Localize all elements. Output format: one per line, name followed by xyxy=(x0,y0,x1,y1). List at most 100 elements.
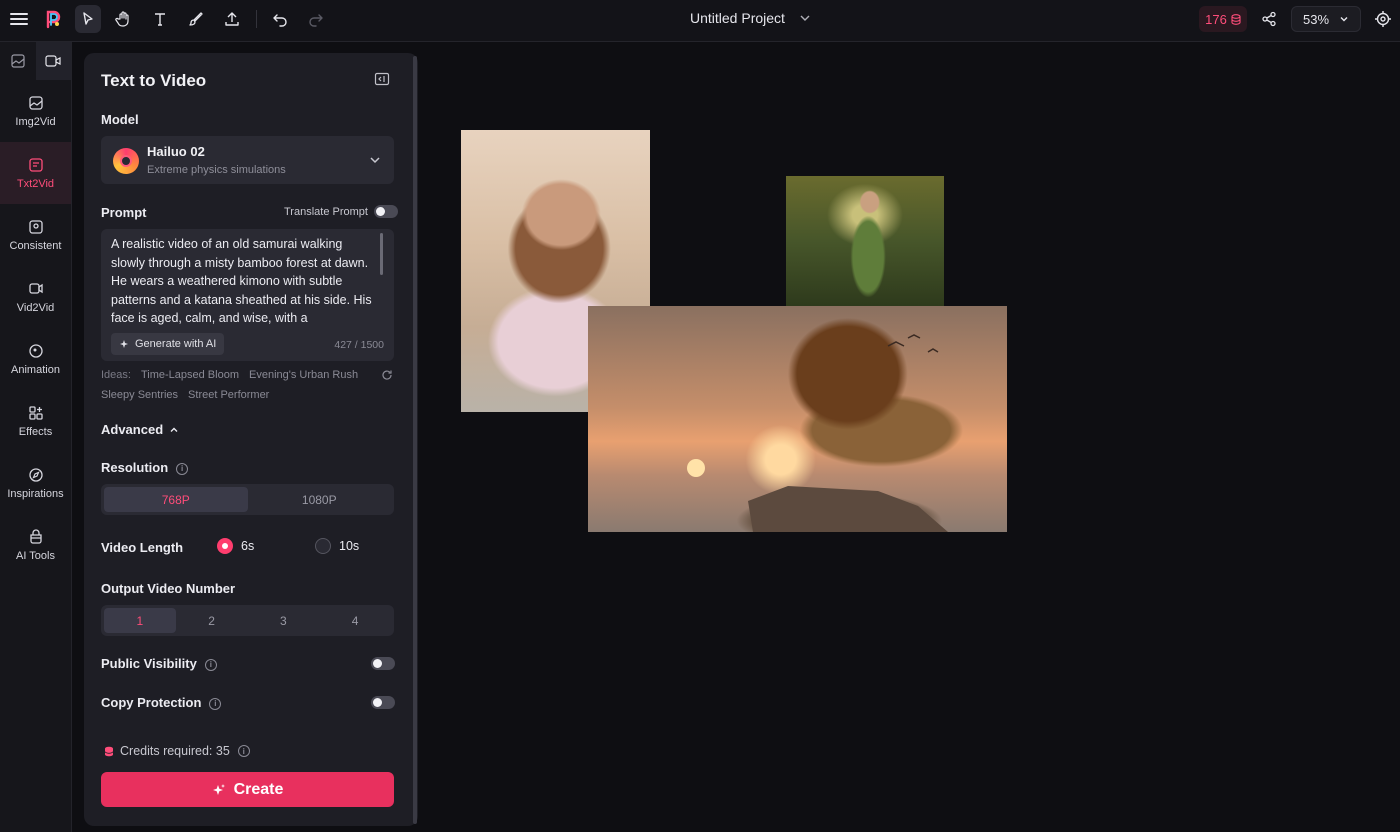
rail-item-label: AI Tools xyxy=(16,549,55,562)
target-icon[interactable] xyxy=(1370,5,1396,33)
ai-tools-icon xyxy=(28,528,44,545)
share-icon[interactable] xyxy=(1256,5,1282,33)
resolution-label: Resolution xyxy=(101,460,169,475)
resolution-option-1080p[interactable]: 1080P xyxy=(248,487,392,512)
upload-icon[interactable] xyxy=(219,5,245,33)
length-option-6s[interactable]: 6s xyxy=(217,538,254,554)
hailuo-logo-icon xyxy=(113,148,139,174)
model-select[interactable]: Hailuo 02 Extreme physics simulations xyxy=(101,136,394,184)
info-icon[interactable]: i xyxy=(176,462,189,475)
app-logo-icon[interactable] xyxy=(40,5,66,33)
output-option-4[interactable]: 4 xyxy=(319,608,391,633)
refresh-ideas-icon[interactable] xyxy=(381,369,393,381)
info-icon[interactable]: i xyxy=(237,745,250,757)
ideas-label: Ideas: xyxy=(101,369,131,381)
public-visibility-toggle[interactable] xyxy=(371,657,395,670)
resolution-selector: 768P 1080P xyxy=(101,484,394,515)
info-icon[interactable]: i xyxy=(204,658,217,671)
prompt-scrollbar[interactable] xyxy=(380,233,383,275)
generate-with-ai-button[interactable]: Generate with AI xyxy=(111,333,225,355)
info-icon[interactable]: i xyxy=(209,697,222,710)
canvas-image-forest-fairy[interactable] xyxy=(786,176,944,306)
resolution-option-768p[interactable]: 768P xyxy=(104,487,248,512)
translate-prompt-label: Translate Prompt xyxy=(284,205,368,218)
rail-item-ai-tools[interactable]: AI Tools xyxy=(0,514,71,576)
create-label: Create xyxy=(233,780,284,798)
prompt-text[interactable]: A realistic video of an old samurai walk… xyxy=(111,235,379,325)
rail-item-label: Img2Vid xyxy=(15,115,56,128)
rail-item-label: Inspirations xyxy=(7,487,64,500)
credits-badge[interactable]: 176 xyxy=(1199,6,1247,32)
advanced-label: Advanced xyxy=(101,422,164,437)
rail-item-label: Txt2Vid xyxy=(16,177,55,190)
rail-item-effects[interactable]: Effects xyxy=(0,390,71,452)
rail-item-consistent[interactable]: Consistent xyxy=(0,204,71,266)
model-label: Model xyxy=(101,112,139,127)
credits-required: Credits required: 35 i xyxy=(104,744,250,758)
image-video-icon xyxy=(28,95,44,111)
canvas-image-lion-sunset[interactable] xyxy=(588,306,1007,532)
zoom-dropdown[interactable]: 53% xyxy=(1291,6,1361,32)
copy-protection-row: Copy Protection i xyxy=(101,695,222,710)
output-option-3[interactable]: 3 xyxy=(248,608,320,633)
video-video-icon xyxy=(28,281,44,297)
project-title: Untitled Project xyxy=(690,10,785,26)
redo-icon[interactable] xyxy=(303,5,329,33)
rail-item-label: Consistent xyxy=(9,239,62,252)
undo-icon[interactable] xyxy=(267,5,293,33)
menu-icon[interactable] xyxy=(6,5,32,33)
collapse-panel-icon[interactable] xyxy=(374,71,390,87)
radio-selected-icon[interactable] xyxy=(217,538,233,554)
chevron-up-icon xyxy=(169,425,179,435)
model-description: Extreme physics simulations xyxy=(147,164,286,176)
rail-item-img2vid[interactable]: Img2Vid xyxy=(0,80,71,142)
translate-prompt-toggle-row: Translate Prompt xyxy=(284,205,398,218)
translate-prompt-toggle[interactable] xyxy=(373,205,398,218)
text-tool-icon[interactable] xyxy=(147,5,173,33)
idea-chip[interactable]: Evening's Urban Rush xyxy=(249,369,358,381)
length-label: 10s xyxy=(339,539,360,553)
length-option-10s[interactable]: 10s xyxy=(315,538,359,554)
output-option-1[interactable]: 1 xyxy=(104,608,176,633)
idea-chip[interactable]: Street Performer xyxy=(188,389,269,401)
copy-protection-label: Copy Protection xyxy=(101,695,202,710)
chevron-down-icon xyxy=(1339,14,1349,24)
prompt-label: Prompt xyxy=(101,205,147,220)
output-option-2[interactable]: 2 xyxy=(176,608,248,633)
rail-item-label: Effects xyxy=(18,425,53,438)
sparkle-icon xyxy=(119,339,130,350)
idea-chip[interactable]: Sleepy Sentries xyxy=(101,389,178,401)
rail-item-txt2vid[interactable]: Txt2Vid xyxy=(0,142,71,204)
video-mode-icon[interactable] xyxy=(35,42,71,80)
panel-scrollbar[interactable] xyxy=(413,56,417,824)
consistent-icon xyxy=(28,219,44,235)
hand-tool-icon[interactable] xyxy=(111,5,137,33)
text-video-icon xyxy=(28,157,44,173)
rail-item-vid2vid[interactable]: Vid2Vid xyxy=(0,266,71,328)
credits-required-label: Credits required: 35 xyxy=(120,744,230,758)
brush-tool-icon[interactable] xyxy=(183,5,209,33)
rail-item-animation[interactable]: Animation xyxy=(0,328,71,390)
public-visibility-row: Public Visibility i xyxy=(101,656,217,671)
rail-item-inspirations[interactable]: Inspirations xyxy=(0,452,71,514)
compass-icon xyxy=(28,467,44,483)
top-bar: Untitled Project 176 53% xyxy=(0,0,1400,42)
radio-icon[interactable] xyxy=(315,538,331,554)
char-count: 427 / 1500 xyxy=(334,339,384,351)
resolution-label-row: Resolution i xyxy=(101,460,189,475)
model-name: Hailuo 02 xyxy=(147,144,205,159)
coins-icon xyxy=(1231,13,1241,25)
prompt-textarea[interactable]: A realistic video of an old samurai walk… xyxy=(101,229,394,361)
ideas-row: Ideas: Time-Lapsed Bloom Evening's Urban… xyxy=(101,369,358,381)
project-title-dropdown[interactable]: Untitled Project xyxy=(690,10,811,26)
idea-chip[interactable]: Time-Lapsed Bloom xyxy=(141,369,239,381)
coins-icon xyxy=(104,746,114,757)
rail-item-label: Vid2Vid xyxy=(16,301,55,314)
lion-scene-detail xyxy=(687,334,948,532)
advanced-toggle[interactable]: Advanced xyxy=(101,422,179,437)
copy-protection-toggle[interactable] xyxy=(371,696,395,709)
image-mode-icon[interactable] xyxy=(0,42,36,80)
create-button[interactable]: Create xyxy=(101,772,394,807)
panel-title: Text to Video xyxy=(101,71,207,90)
select-tool-icon[interactable] xyxy=(75,5,101,33)
